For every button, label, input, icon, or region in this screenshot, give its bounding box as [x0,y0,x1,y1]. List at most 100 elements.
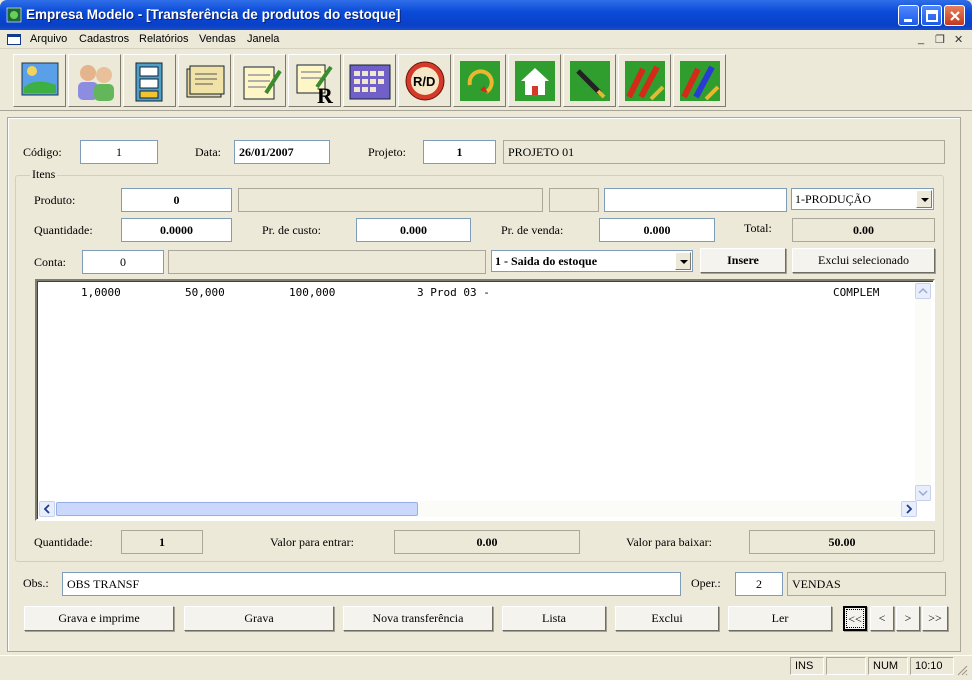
conta-label: Conta: [34,255,66,269]
row-produto[interactable]: 3 Prod 03 - [417,286,490,299]
scroll-right-icon[interactable] [901,501,917,517]
menu-bar: Arquivo Cadastros Relatórios Vendas Jane… [0,30,972,49]
itens-legend: Itens [30,167,58,182]
toolbar-cabinet-button[interactable] [123,54,176,107]
venda-input[interactable]: 0.000 [599,218,715,242]
status-caps [826,657,866,675]
horizontal-scrollbar[interactable] [39,501,917,517]
items-list[interactable]: 1,0000 50,000 100,000 3 Prod 03 - COMPLE… [35,279,935,521]
projeto-nome-field: PROJETO 01 [503,140,945,164]
toolbar-chart-up-button[interactable] [618,54,671,107]
ler-button[interactable]: Ler [728,606,832,631]
codigo-input[interactable]: 1 [80,140,158,164]
exclui-button[interactable]: Exclui [615,606,719,631]
document-icon[interactable] [7,34,21,45]
app-icon [6,7,22,23]
oper-input[interactable]: 2 [735,572,783,596]
produto-nome-field [238,188,543,212]
exclui-selecionado-button[interactable]: Exclui selecionado [792,248,935,273]
chevron-down-icon[interactable] [675,252,691,270]
total-field: 0.00 [792,218,935,242]
toolbar-notepad-button[interactable] [233,54,286,107]
first-record-button[interactable]: << [843,606,867,631]
close-icon [950,11,960,21]
insere-button[interactable]: Insere [700,248,786,273]
conta-nome-field [168,250,486,274]
obs-input[interactable]: OBS TRANSF [62,572,681,596]
scroll-left-icon[interactable] [39,501,55,517]
last-record-button[interactable]: >> [922,606,948,631]
menu-arquivo[interactable]: Arquivo [30,33,67,45]
chart-up-icon [625,61,665,101]
lista-button[interactable]: Lista [502,606,606,631]
svg-text:R/D: R/D [413,74,435,89]
produto-extra-field[interactable] [604,188,787,212]
tipo-select[interactable]: 1 - Saida do estoque [491,250,693,272]
grava-button[interactable]: Grava [184,606,334,631]
custo-input[interactable]: 0.000 [356,218,471,242]
maximize-icon [926,10,938,22]
setor-select[interactable]: 1-PRODUÇÃO [791,188,934,210]
toolbar-refresh-button[interactable] [453,54,506,107]
venda-label: Pr. de venda: [501,223,564,237]
toolbar-calendar-button[interactable] [343,54,396,107]
minimize-icon [904,19,912,22]
toolbar-folders-button[interactable] [178,54,231,107]
toolbar-pen-button[interactable] [563,54,616,107]
obs-label: Obs.: [23,576,49,590]
refresh-icon [460,61,500,101]
vertical-scrollbar[interactable] [915,283,931,501]
total-label: Total: [744,221,772,235]
chevron-down-icon[interactable] [916,190,932,208]
maximize-button[interactable] [921,5,942,26]
custo-label: Pr. de custo: [262,223,321,237]
quantidade-label: Quantidade: [34,223,93,237]
grava-imprime-button[interactable]: Grava e imprime [24,606,174,631]
setor-value: 1-PRODUÇÃO [795,192,872,206]
notepad-icon [243,66,282,100]
menu-cadastros[interactable]: Cadastros [79,33,129,45]
toolbar-home-button[interactable] [508,54,561,107]
next-record-button[interactable]: > [896,606,920,631]
menu-relatorios[interactable]: Relatórios [139,33,189,45]
nova-transferencia-button[interactable]: Nova transferência [343,606,493,631]
toolbar-map-button[interactable] [13,54,66,107]
resize-grip-icon[interactable] [956,664,968,676]
projeto-input[interactable]: 1 [423,140,496,164]
status-num: NUM [868,657,908,675]
mdi-restore-icon[interactable]: ❐ [935,33,945,46]
toolbar-people-button[interactable] [68,54,121,107]
close-button[interactable] [944,5,965,26]
toolbar-chart-up-blue-button[interactable] [673,54,726,107]
totais-qtd-field: 1 [121,530,203,554]
tipo-value: 1 - Saida do estoque [495,254,598,268]
menu-vendas[interactable]: Vendas [199,33,236,45]
map-icon [21,62,59,96]
totais-qtd-label: Quantidade: [34,535,93,549]
valor-entrar-field: 0.00 [394,530,580,554]
scroll-thumb[interactable] [56,502,418,516]
toolbar-notepad-r-button[interactable]: R [288,54,341,107]
quantidade-input[interactable]: 0.0000 [121,218,232,242]
produto-label: Produto: [34,193,76,207]
status-ins: INS [790,657,824,675]
produto-input[interactable]: 0 [121,188,232,212]
mdi-close-icon[interactable]: ✕ [954,33,963,46]
rd-icon: R/D [405,61,445,101]
row-qtd[interactable]: 1,0000 [81,286,121,299]
minimize-button[interactable] [898,5,919,26]
scroll-down-icon[interactable] [915,485,931,501]
valor-baixar-label: Valor para baixar: [626,535,712,549]
prev-record-button[interactable]: < [870,606,894,631]
scroll-up-icon[interactable] [915,283,931,299]
menu-janela[interactable]: Janela [247,33,279,45]
data-input[interactable]: 26/01/2007 [234,140,330,164]
toolbar-rd-button[interactable]: R/D [398,54,451,107]
row-total[interactable]: 100,000 [289,286,335,299]
conta-input[interactable]: 0 [82,250,164,274]
projeto-label: Projeto: [368,145,406,159]
title-bar[interactable]: Empresa Modelo - [Transferência de produ… [0,0,972,30]
row-obs[interactable]: COMPLEM [833,286,879,299]
row-custo[interactable]: 50,000 [185,286,225,299]
mdi-minimize-icon[interactable]: _ [918,33,924,45]
